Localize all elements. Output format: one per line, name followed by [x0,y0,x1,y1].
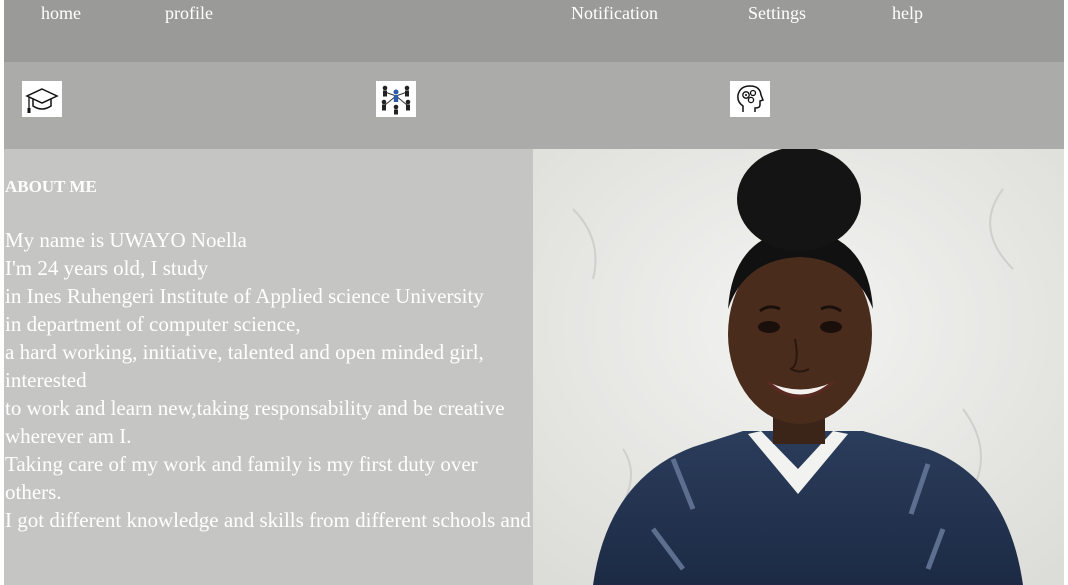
about-line: in Ines Ruhengeri Institute of Applied s… [5,284,484,308]
about-line: I got different knowledge and skills fro… [5,508,531,532]
about-me-section: ABOUT ME My name is UWAYO Noella I'm 24 … [4,149,533,585]
head-gears-icon[interactable] [730,81,770,117]
about-line: a hard working, initiative, talented and… [5,340,484,392]
nav-settings-link[interactable]: Settings [748,2,806,24]
about-line: My name is UWAYO Noella [5,228,247,252]
nav-help-link[interactable]: help [892,2,923,24]
about-line: I'm 24 years old, I study [5,256,209,280]
about-line: to work and learn new,taking responsabil… [5,396,505,448]
about-me-text: My name is UWAYO Noella I'm 24 years old… [5,226,533,534]
nav-notification-link[interactable]: Notification [571,2,658,24]
nav-profile-link[interactable]: profile [165,2,213,24]
about-line: in department of computer science, [5,312,301,336]
about-line: Taking care of my work and family is my … [5,452,478,504]
profile-photo [533,149,1064,585]
page: home profile Notification Settings help [0,0,1068,585]
nav-home-link[interactable]: home [41,2,81,24]
icon-bar [4,62,1064,149]
graduation-cap-icon[interactable] [22,81,62,117]
top-nav: home profile Notification Settings help [4,0,1064,62]
about-me-title: ABOUT ME [5,177,97,196]
people-network-icon[interactable] [376,81,416,117]
